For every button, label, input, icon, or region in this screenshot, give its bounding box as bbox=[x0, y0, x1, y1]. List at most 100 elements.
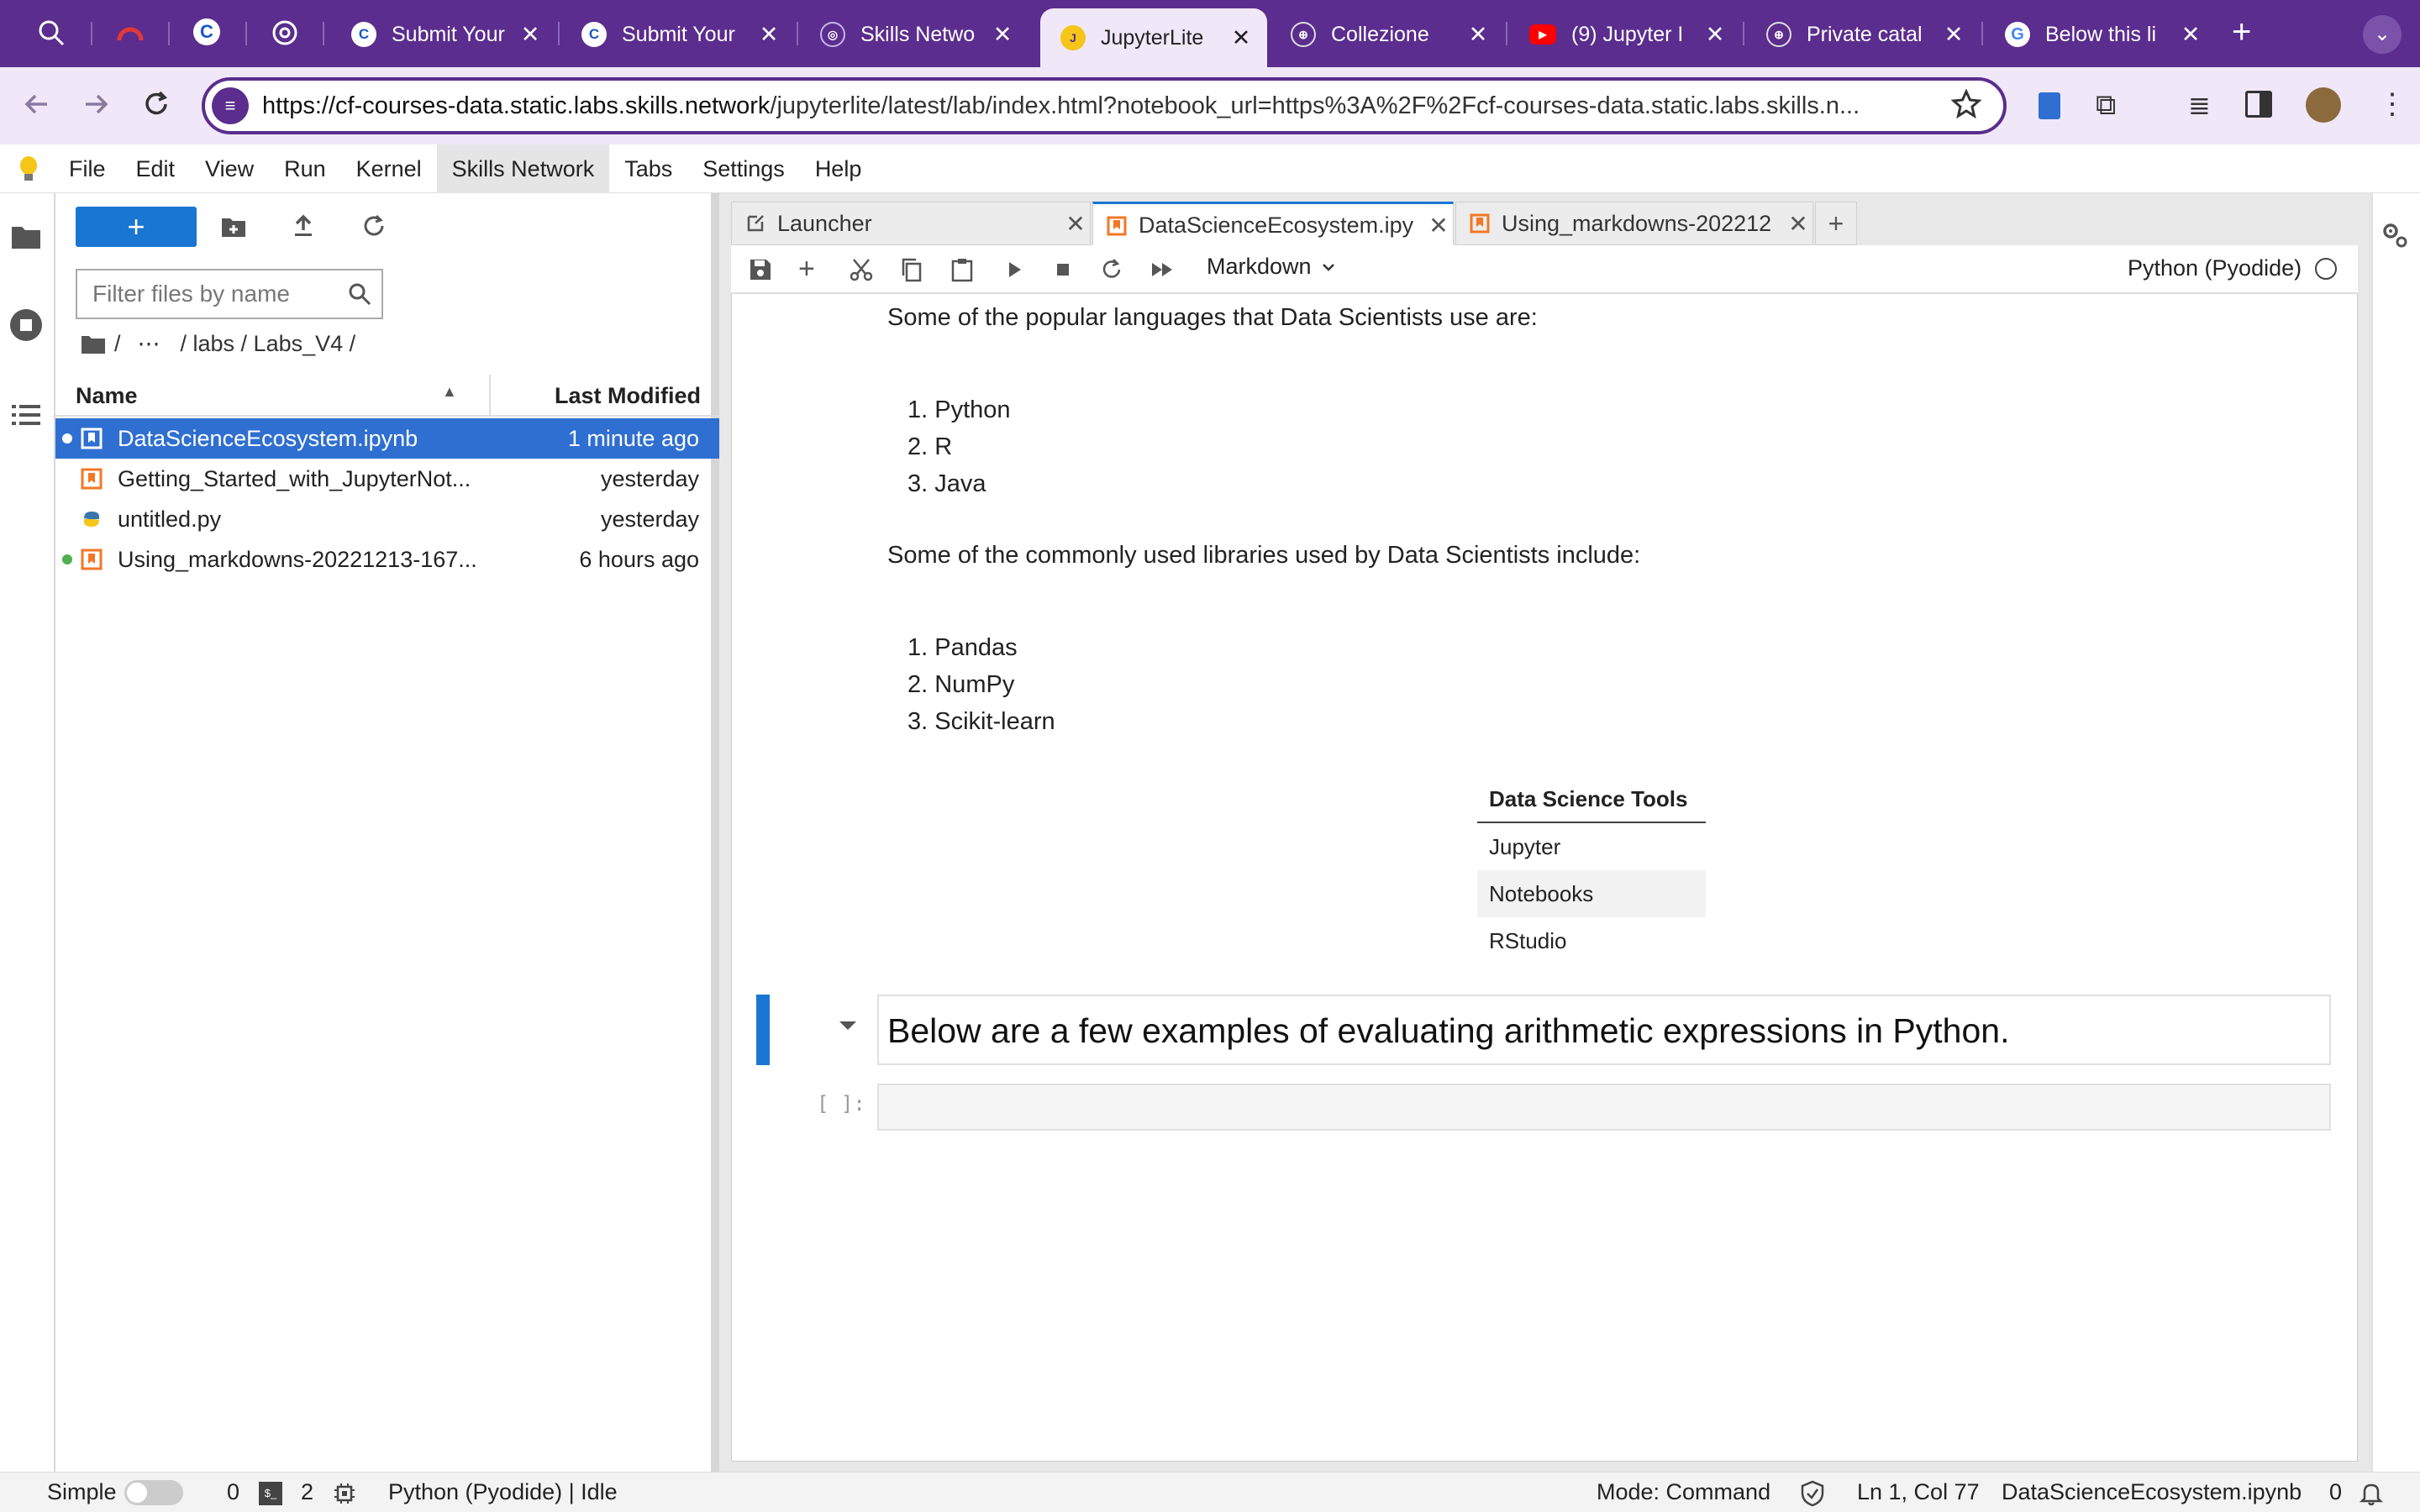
code-cell-editor[interactable] bbox=[877, 1084, 2331, 1131]
reload-icon[interactable] bbox=[141, 89, 171, 119]
save-icon[interactable] bbox=[748, 257, 773, 282]
menu-help[interactable]: Help bbox=[800, 144, 877, 193]
extension-doc-icon[interactable] bbox=[2039, 92, 2060, 119]
browser-tab[interactable]: G Below this li ✕ bbox=[1985, 8, 2217, 60]
cursor-position[interactable]: Ln 1, Col 77 bbox=[1857, 1479, 1980, 1505]
file-row[interactable]: untitled.py yesterday bbox=[55, 499, 719, 539]
browser-menu-icon[interactable]: ⋮ bbox=[2378, 87, 2407, 121]
breadcrumb-folder-icon[interactable] bbox=[81, 334, 106, 354]
menu-run[interactable]: Run bbox=[269, 144, 341, 193]
close-icon[interactable]: ✕ bbox=[755, 22, 783, 48]
kernel-chip-icon[interactable] bbox=[333, 1482, 356, 1505]
browser-tab[interactable]: ⊕ Collezione ✕ bbox=[1270, 8, 1504, 60]
tab-launcher[interactable]: Launcher ✕ bbox=[731, 202, 1091, 245]
table-of-contents-icon[interactable] bbox=[10, 402, 42, 428]
menu-skills-network[interactable]: Skills Network bbox=[436, 144, 610, 193]
extensions-puzzle-icon[interactable]: ⧉ bbox=[2096, 89, 2116, 122]
column-divider bbox=[489, 375, 491, 415]
side-panel-icon[interactable] bbox=[2245, 91, 2272, 118]
cell-type-select[interactable]: Markdown bbox=[1207, 254, 1337, 280]
menu-file[interactable]: File bbox=[57, 144, 121, 193]
refresh-icon[interactable] bbox=[361, 213, 387, 239]
column-modified-header[interactable]: Last Modified bbox=[555, 383, 701, 409]
close-icon[interactable]: ✕ bbox=[1227, 25, 1255, 51]
close-icon[interactable]: ✕ bbox=[988, 22, 1017, 48]
menu-edit[interactable]: Edit bbox=[121, 144, 191, 193]
menu-view[interactable]: View bbox=[190, 144, 269, 193]
file-row[interactable]: Getting_Started_with_JupyterNot... yeste… bbox=[55, 459, 719, 499]
sort-ascending-icon[interactable]: ▲ bbox=[442, 383, 457, 401]
column-name-header[interactable]: Name bbox=[76, 383, 138, 409]
run-all-icon[interactable] bbox=[1150, 257, 1175, 282]
breadcrumb-path[interactable]: / labs / Labs_V4 / bbox=[181, 331, 356, 357]
menu-kernel[interactable]: Kernel bbox=[341, 144, 437, 193]
file-row[interactable]: Using_markdowns-20221213-167... 6 hours … bbox=[55, 539, 719, 580]
browser-tab[interactable]: C Submit Your ✕ bbox=[561, 8, 795, 60]
tab-notebook[interactable]: Using_markdowns-202212 ✕ bbox=[1455, 202, 1813, 245]
back-icon[interactable] bbox=[22, 89, 52, 119]
browser-tab[interactable]: ⊕ Private catal ✕ bbox=[1746, 8, 1980, 60]
close-icon[interactable]: ✕ bbox=[1701, 22, 1729, 48]
notification-bell-icon[interactable] bbox=[2358, 1480, 2385, 1507]
close-icon[interactable]: ✕ bbox=[516, 22, 544, 48]
copy-icon[interactable] bbox=[899, 257, 924, 282]
c-icon: C bbox=[351, 22, 376, 47]
notebook-mode: Mode: Command bbox=[1597, 1479, 1771, 1504]
tab-search-dropdown-icon[interactable]: ⌄ bbox=[2363, 15, 2402, 54]
filter-files-input[interactable]: Filter files by name bbox=[76, 269, 383, 319]
trusted-shield-icon[interactable] bbox=[1800, 1480, 1825, 1507]
browser-tab[interactable]: ▶ (9) Jupyter I ✕ bbox=[1509, 8, 1741, 60]
tab-notebook-active[interactable]: DataScienceEcosystem.ipy ✕ bbox=[1092, 202, 1454, 247]
chatgpt-icon[interactable] bbox=[271, 18, 299, 47]
browser-tab-active[interactable]: J JupyterLite ✕ bbox=[1040, 8, 1267, 67]
media-control-icon[interactable]: ≣ bbox=[2188, 89, 2211, 121]
cut-icon[interactable] bbox=[849, 257, 874, 282]
forward-icon[interactable] bbox=[81, 89, 111, 119]
simple-mode-toggle[interactable] bbox=[124, 1480, 183, 1505]
terminal-icon[interactable]: $_ bbox=[259, 1482, 282, 1505]
new-launcher-button[interactable]: + bbox=[76, 207, 197, 247]
simple-mode-label: Simple bbox=[47, 1479, 117, 1504]
menu-settings[interactable]: Settings bbox=[687, 144, 800, 193]
file-name: untitled.py bbox=[118, 506, 222, 532]
c-icon[interactable]: C bbox=[193, 18, 220, 45]
new-tab-icon[interactable]: + bbox=[2232, 13, 2251, 51]
running-sessions-icon[interactable] bbox=[10, 309, 42, 341]
stop-icon[interactable] bbox=[1050, 257, 1076, 282]
tab-search-icon[interactable] bbox=[37, 18, 66, 47]
close-icon[interactable]: ✕ bbox=[1784, 210, 1812, 238]
url-text[interactable]: https://cf-courses-data.static.labs.skil… bbox=[262, 92, 1860, 120]
url-path: /jupyterlite/latest/lab/index.html?noteb… bbox=[770, 92, 1860, 119]
profile-avatar[interactable] bbox=[2306, 87, 2341, 123]
close-icon[interactable]: ✕ bbox=[1464, 22, 1492, 48]
bookmark-star-icon[interactable] bbox=[1951, 89, 1981, 119]
browser-tab[interactable]: ◎ Skills Netwo ✕ bbox=[800, 8, 1028, 60]
browser-tab[interactable]: C Submit Your ✕ bbox=[331, 8, 556, 60]
kernel-status-text[interactable]: Python (Pyodide) | Idle bbox=[388, 1479, 618, 1505]
restart-icon[interactable] bbox=[1099, 257, 1124, 282]
property-inspector-gear-icon[interactable] bbox=[2380, 220, 2410, 250]
new-tab-button[interactable]: + bbox=[1815, 202, 1857, 245]
new-folder-icon[interactable] bbox=[220, 215, 247, 239]
active-cell-indicator[interactable] bbox=[756, 995, 770, 1065]
arc-icon[interactable] bbox=[116, 18, 145, 47]
collapse-caret-icon[interactable] bbox=[837, 1018, 859, 1033]
upload-icon[interactable] bbox=[291, 213, 316, 239]
breadcrumb-root[interactable]: / bbox=[114, 331, 121, 357]
tab-label: Below this li bbox=[2045, 22, 2156, 46]
site-info-icon[interactable]: ≡ bbox=[212, 87, 249, 124]
breadcrumb-ellipsis[interactable]: ⋯ bbox=[138, 331, 160, 357]
close-icon[interactable]: ✕ bbox=[2176, 22, 2205, 48]
run-icon[interactable] bbox=[1002, 257, 1027, 282]
close-icon[interactable]: ✕ bbox=[1939, 22, 1968, 48]
notebook-icon bbox=[81, 428, 103, 449]
file-row[interactable]: DataScienceEcosystem.ipynb 1 minute ago bbox=[55, 418, 719, 459]
menu-tabs[interactable]: Tabs bbox=[609, 144, 687, 193]
insert-cell-icon[interactable]: + bbox=[798, 255, 823, 283]
kernel-indicator[interactable]: Python (Pyodide) bbox=[2128, 255, 2338, 281]
close-icon[interactable]: ✕ bbox=[1061, 210, 1090, 238]
file-browser-folder-icon[interactable] bbox=[10, 223, 42, 250]
close-icon[interactable]: ✕ bbox=[1424, 212, 1453, 239]
execution-prompt: [ ]: bbox=[817, 1092, 865, 1116]
paste-icon[interactable] bbox=[950, 257, 975, 282]
